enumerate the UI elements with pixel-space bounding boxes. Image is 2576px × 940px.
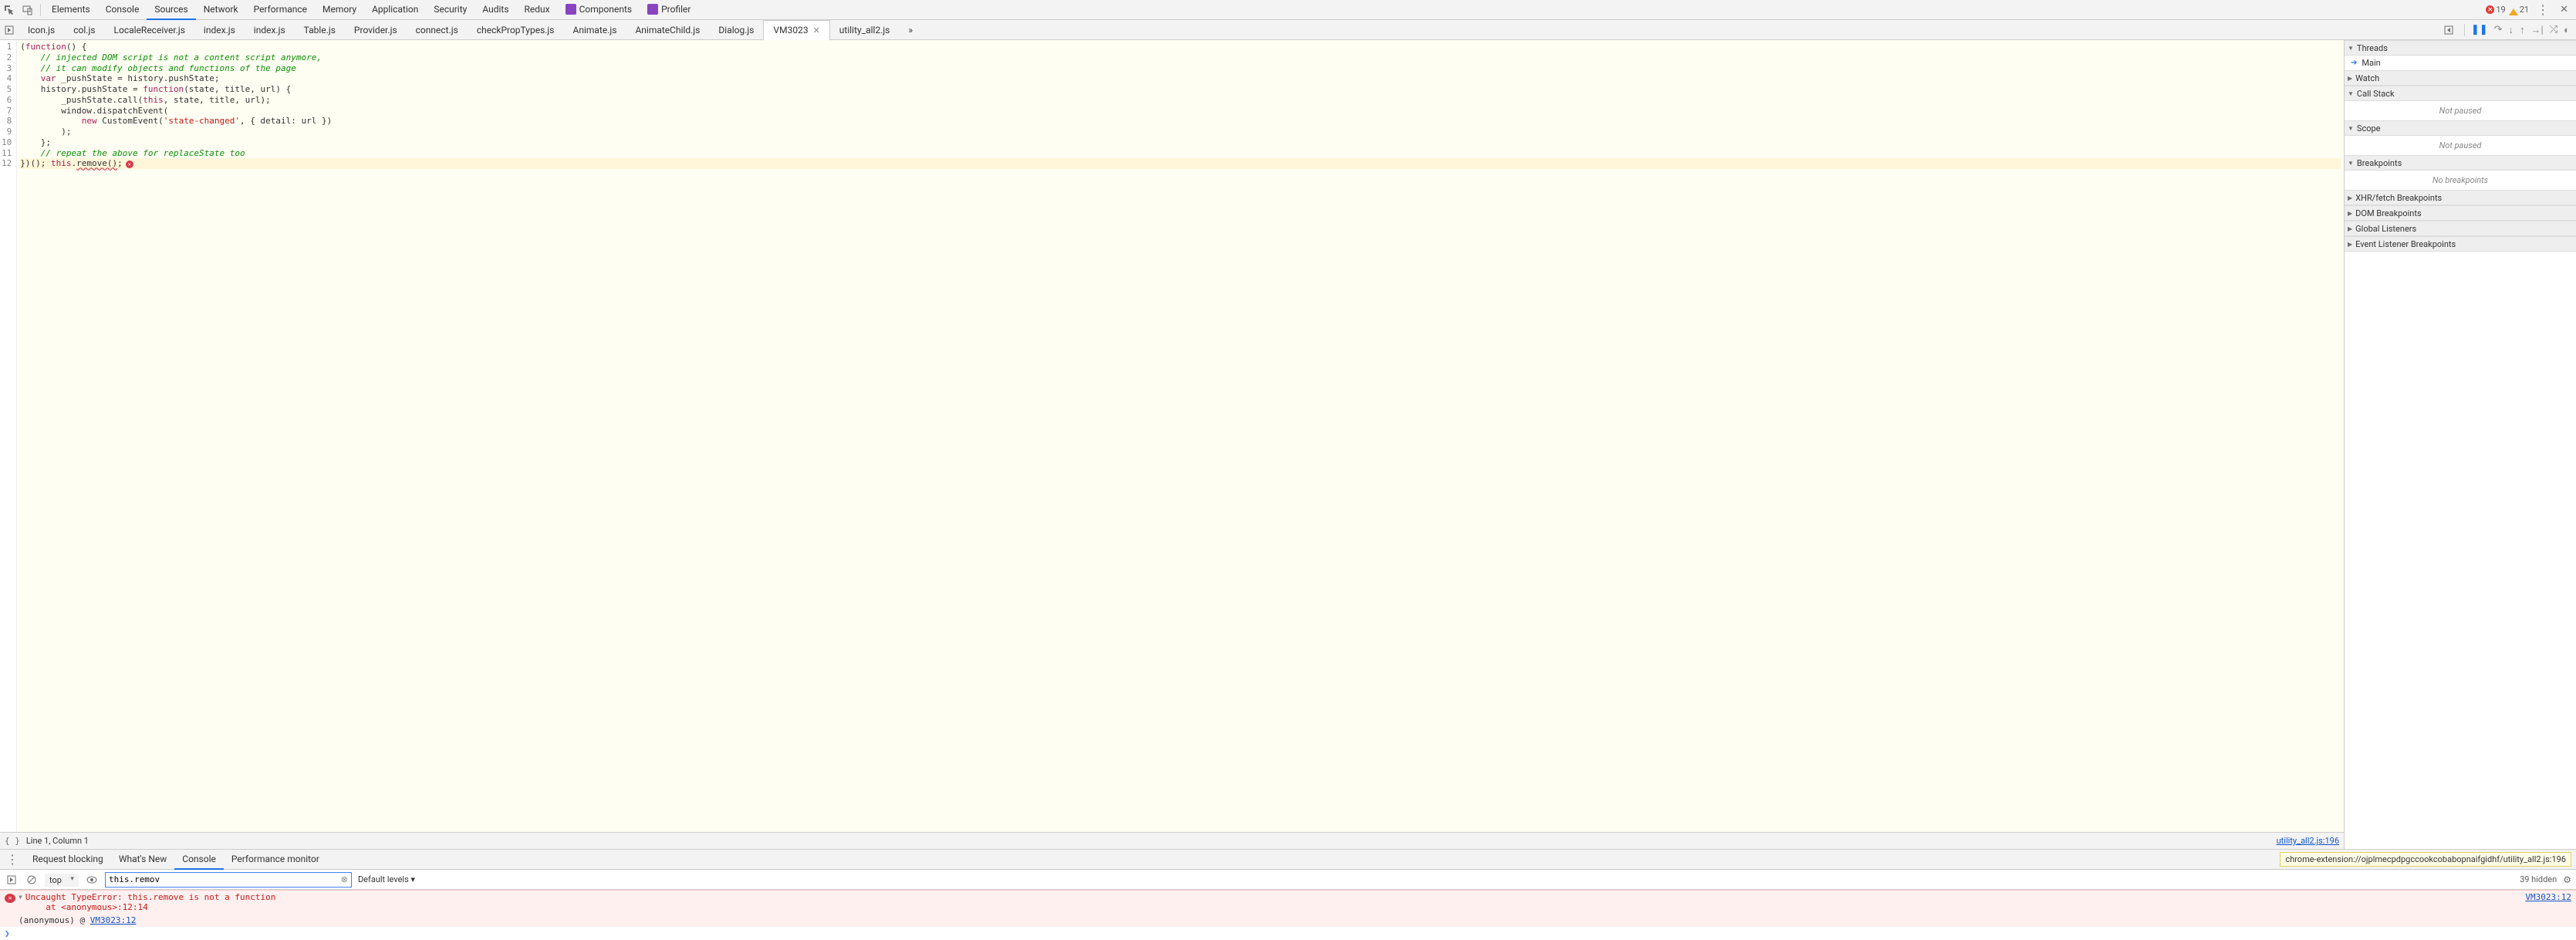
show-navigator-icon[interactable] <box>0 21 19 39</box>
clear-filter-icon[interactable]: ⊗ <box>341 874 348 884</box>
drawer-kebab-icon[interactable]: ⋮ <box>0 852 25 867</box>
watch-section[interactable]: ▶Watch <box>2345 70 2576 86</box>
step-out-icon[interactable]: ↑ <box>2520 24 2525 36</box>
device-toggle-icon[interactable] <box>19 1 37 19</box>
stack-frame-link[interactable]: VM3023:12 <box>90 915 137 925</box>
file-tab[interactable]: checkPropTypes.js <box>468 20 564 40</box>
step-into-icon[interactable]: ↓ <box>2509 24 2514 36</box>
panel-tab-performance[interactable]: Performance <box>246 0 315 20</box>
close-devtools-icon[interactable]: ✕ <box>2557 4 2571 15</box>
cursor-position: Line 1, Column 1 <box>26 836 89 846</box>
sources-file-tabs: Icon.jscol.jsLocaleReceiver.jsindex.jsin… <box>0 20 2576 40</box>
file-tab[interactable]: Icon.js <box>19 20 64 40</box>
file-tab[interactable]: LocaleReceiver.js <box>105 20 194 40</box>
drawer-tab-console[interactable]: Console <box>174 850 224 870</box>
error-source-link[interactable]: VM3023:12 <box>2525 892 2571 912</box>
file-tab[interactable]: index.js <box>194 20 245 40</box>
file-tab[interactable]: Animate.js <box>564 20 626 40</box>
panel-tab-sources[interactable]: Sources <box>147 0 195 20</box>
show-debugger-icon[interactable] <box>2439 21 2458 39</box>
line-gutter: 123456789101112 <box>0 40 17 832</box>
error-icon: ✕ <box>5 894 15 903</box>
file-tab[interactable]: Dialog.js <box>709 20 763 40</box>
more-tabs-overflow[interactable]: » <box>899 20 922 40</box>
panel-tab-console[interactable]: Console <box>98 0 147 20</box>
step-icon[interactable]: →| <box>2531 24 2544 36</box>
callstack-section[interactable]: ▼Call Stack <box>2345 86 2576 101</box>
file-tab[interactable]: AnimateChild.js <box>626 20 709 40</box>
hover-url-tooltip: chrome-extension://ojplmecpdpgccookcobab… <box>2280 852 2571 867</box>
console-stack-frame: (anonymous) @ VM3023:12 <box>0 914 2576 927</box>
warning-counter[interactable]: 21 <box>2509 4 2529 15</box>
react-devtools-icon <box>647 4 658 15</box>
thread-main[interactable]: ➔Main <box>2345 56 2576 70</box>
threads-section[interactable]: ▼Threads <box>2345 40 2576 56</box>
panel-tab-network[interactable]: Network <box>196 0 246 20</box>
live-expression-icon[interactable] <box>85 873 99 887</box>
react-devtools-icon <box>566 4 576 15</box>
drawer-tab-request-blocking[interactable]: Request blocking <box>25 850 111 870</box>
pretty-print-icon[interactable]: { } <box>5 836 20 846</box>
deactivate-breakpoints-icon[interactable]: ⤭ <box>2550 24 2557 36</box>
console-error-message[interactable]: ✕ ▼ Uncaught TypeError: this.remove is n… <box>0 890 2576 914</box>
file-tab[interactable]: VM3023✕ <box>763 20 829 40</box>
devtools-main-toolbar: ElementsConsoleSourcesNetworkPerformance… <box>0 0 2576 20</box>
inline-error-icon[interactable]: ✕ <box>126 161 133 168</box>
console-sidebar-toggle-icon[interactable] <box>5 873 19 887</box>
panel-tab-elements[interactable]: Elements <box>44 0 98 20</box>
separator <box>40 4 41 16</box>
panel-tab-application[interactable]: Application <box>364 0 426 20</box>
file-tab[interactable]: col.js <box>64 20 104 40</box>
file-tab[interactable]: Table.js <box>295 20 345 40</box>
panel-tab-audits[interactable]: Audits <box>474 0 516 20</box>
console-toolbar: top ⊗ Default levels ▾ 39 hidden ⚙ <box>0 870 2576 890</box>
breakpoints-empty: No breakpoints <box>2345 171 2576 190</box>
xhr-breakpoints-section[interactable]: ▶XHR/fetch Breakpoints <box>2345 190 2576 205</box>
pause-on-exceptions-icon[interactable]: ◐ <box>2564 24 2570 36</box>
code-area[interactable]: (function() { // injected DOM script is … <box>17 40 2344 832</box>
file-tab[interactable]: index.js <box>245 20 295 40</box>
editor-status-bar: { } Line 1, Column 1 utility_all2.js:196 <box>0 832 2344 849</box>
dom-breakpoints-section[interactable]: ▶DOM Breakpoints <box>2345 205 2576 221</box>
panel-tab-redux[interactable]: Redux <box>517 0 558 20</box>
error-counter[interactable]: ✕19 <box>2486 5 2505 15</box>
extension-tabs: ComponentsProfiler <box>558 0 699 20</box>
callstack-empty: Not paused <box>2345 101 2576 120</box>
source-editor: 123456789101112 (function() { // injecte… <box>0 40 2345 849</box>
pause-resume-icon[interactable]: ❚❚ <box>2471 24 2488 36</box>
console-filter-input[interactable]: ⊗ <box>105 872 352 888</box>
step-over-icon[interactable]: ↷ <box>2494 24 2503 36</box>
global-listeners-section[interactable]: ▶Global Listeners <box>2345 221 2576 236</box>
console-drawer: ⋮ Request blockingWhat's NewConsolePerfo… <box>0 849 2576 940</box>
breakpoints-section[interactable]: ▼Breakpoints <box>2345 155 2576 171</box>
debugger-sidebar: ▼Threads ➔Main ▶Watch ▼Call Stack Not pa… <box>2345 40 2576 849</box>
panel-tab-security[interactable]: Security <box>426 0 474 20</box>
clear-console-icon[interactable] <box>25 873 39 887</box>
log-levels-select[interactable]: Default levels ▾ <box>358 874 415 884</box>
console-prompt[interactable]: ❯ <box>0 927 2576 940</box>
file-tab[interactable]: Provider.js <box>345 20 407 40</box>
scope-section[interactable]: ▼Scope <box>2345 120 2576 136</box>
panel-tabs: ElementsConsoleSourcesNetworkPerformance… <box>44 0 558 20</box>
drawer-tab-what's-new[interactable]: What's New <box>111 850 174 870</box>
panel-tab-components[interactable]: Components <box>558 0 640 20</box>
hidden-messages-count[interactable]: 39 hidden <box>2520 874 2557 884</box>
panel-tab-profiler[interactable]: Profiler <box>640 0 698 20</box>
file-tab[interactable]: utility_all2.js <box>830 20 900 40</box>
event-listener-breakpoints-section[interactable]: ▶Event Listener Breakpoints <box>2345 236 2576 252</box>
drawer-tab-performance-monitor[interactable]: Performance monitor <box>224 850 327 870</box>
panel-tab-memory[interactable]: Memory <box>315 0 364 20</box>
expand-trace-icon[interactable]: ▼ <box>19 894 22 912</box>
execution-context-select[interactable]: top <box>45 874 79 885</box>
close-tab-icon[interactable]: ✕ <box>813 25 820 36</box>
console-settings-icon[interactable]: ⚙ <box>2563 874 2571 885</box>
settings-kebab-icon[interactable]: ⋮ <box>2532 2 2554 17</box>
scope-empty: Not paused <box>2345 136 2576 155</box>
inspect-element-icon[interactable] <box>0 1 19 19</box>
file-tab[interactable]: connect.js <box>407 20 468 40</box>
source-origin-link[interactable]: utility_all2.js:196 <box>2277 836 2339 846</box>
